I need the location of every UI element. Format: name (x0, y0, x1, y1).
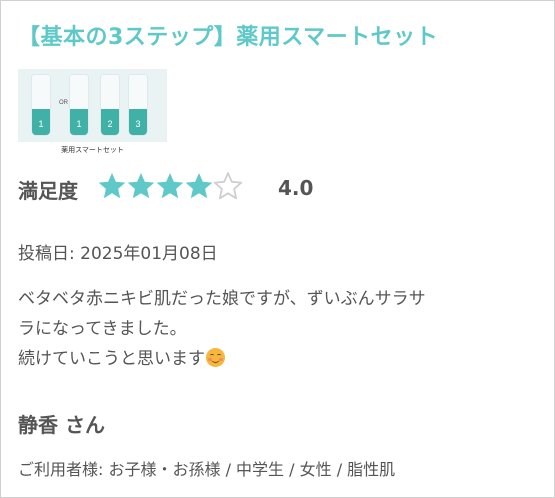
user-attributes: ご利用者様: お子様・お孫様 / 中学生 / 女性 / 脂性肌 (18, 456, 395, 480)
product-caption: 薬用スマートセット (61, 146, 124, 154)
review-line: ベタベタ赤ニキビ肌だった娘ですが、ずいぶんサラサ (18, 289, 426, 309)
review-body: ベタベタ赤ニキビ肌だった娘ですが、ずいぶんサラサ ラになってきました。 続けてい… (18, 284, 543, 374)
rating-score: 4.0 (278, 176, 314, 200)
product-title[interactable]: 【基本の3ステップ】薬用スマートセット (18, 19, 438, 51)
product-thumbnail: 1 OR 1 2 3 (18, 69, 167, 142)
star-filled-icon (156, 173, 184, 199)
product-image[interactable]: 1 OR 1 2 3 薬用スマートセット (18, 69, 167, 156)
star-filled-icon (185, 173, 213, 199)
review-line: 続けていこうと思います (18, 344, 543, 374)
tube-icon: 3 (129, 75, 147, 135)
satisfaction-label: 満足度 (18, 179, 78, 203)
tube-icon: 1 (32, 75, 50, 135)
smiling-face-icon (206, 348, 225, 367)
star-rating (97, 171, 243, 203)
posted-label: 投稿日: (18, 244, 81, 264)
star-filled-icon (127, 173, 155, 199)
tube-icon: 2 (101, 75, 119, 135)
users-label: ご利用者様: (18, 460, 104, 479)
tube-icon: 1 (70, 75, 88, 135)
review-card: 【基本の3ステップ】薬用スマートセット 1 OR 1 2 3 薬用スマートセット… (0, 0, 555, 498)
star-empty-icon (213, 172, 243, 200)
reviewer-name: 静香 さん (18, 413, 105, 437)
or-label: OR (59, 100, 68, 106)
users-value: お子様・お孫様 / 中学生 / 女性 / 脂性肌 (103, 460, 396, 479)
posted-date-row: 投稿日: 2025年01月08日 (18, 239, 218, 264)
review-line: ラになってきました。 (18, 319, 187, 339)
posted-date: 2025年01月08日 (80, 244, 218, 264)
star-filled-icon (98, 173, 126, 199)
